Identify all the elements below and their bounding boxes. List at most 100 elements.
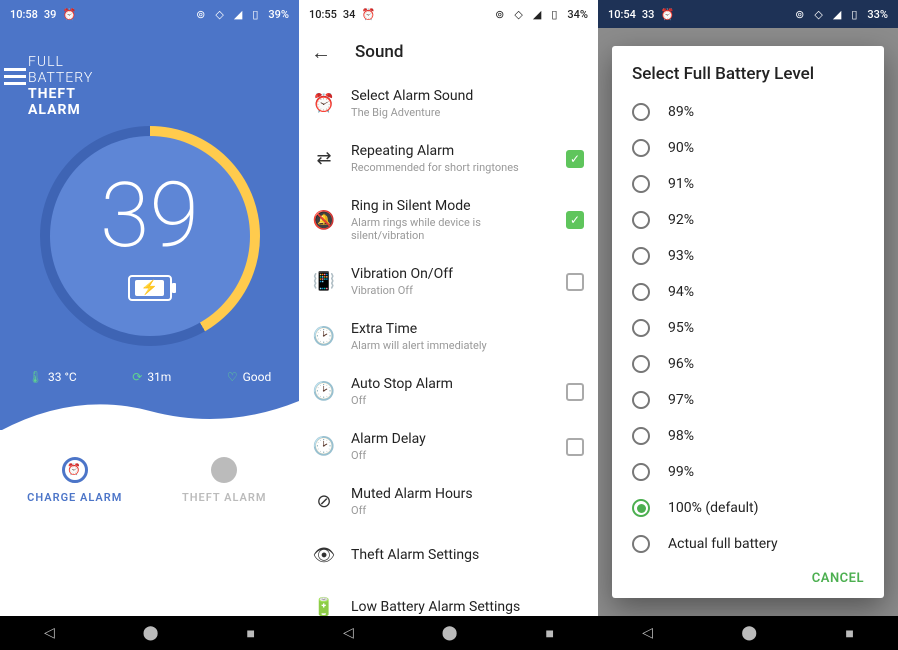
android-nav-bar: ◁ ⬤ ■: [598, 616, 898, 650]
battery-icon: ▯: [851, 8, 857, 21]
settings-list[interactable]: ⏰Select Alarm SoundThe Big Adventure⇄Rep…: [299, 76, 598, 616]
radio-option[interactable]: 96%: [632, 346, 864, 382]
status-bar: 10:55 34 ⏰ ⊚ ◇ ◢ ▯ 34%: [299, 0, 598, 28]
row-subtitle: Off: [351, 504, 584, 517]
vibrate-icon: ⊚: [795, 8, 804, 21]
alarm-clock-icon: ⏰: [62, 457, 88, 483]
status-temp: 33: [642, 8, 655, 21]
wifi-icon: ◇: [814, 8, 822, 21]
android-nav-bar: ◁ ⬤ ■: [0, 616, 299, 650]
battery-percent: 39: [100, 171, 199, 261]
vibrate-icon: ⊚: [196, 8, 205, 21]
radio-icon: [632, 211, 650, 229]
battery-pct: 39%: [268, 8, 289, 21]
nav-recent-icon[interactable]: ■: [246, 625, 254, 642]
settings-row[interactable]: 🕑Alarm DelayOff: [299, 419, 598, 474]
checkbox[interactable]: ✓: [566, 211, 584, 229]
row-subtitle: The Big Adventure: [351, 106, 584, 119]
row-title: Ring in Silent Mode: [351, 198, 550, 214]
option-label: 91%: [668, 176, 694, 192]
stat-health: ♡Good: [227, 370, 271, 384]
alarm-clock-icon: ⏰: [660, 8, 674, 21]
tab-theft-alarm[interactable]: THEFT ALARM: [150, 430, 300, 530]
settings-row[interactable]: 🔕 Ring in Silent Mode Alarm rings while de…: [299, 186, 598, 254]
radio-icon: [632, 463, 650, 481]
settings-row[interactable]: 🕑Extra TimeAlarm will alert immediately: [299, 309, 598, 364]
checkbox[interactable]: [566, 383, 584, 401]
radio-icon: [632, 499, 650, 517]
nav-back-icon[interactable]: ◁: [343, 625, 354, 641]
sound-header: ← Sound: [299, 28, 598, 76]
alarm-clock-icon: ⏰: [361, 8, 375, 21]
radio-option[interactable]: 100% (default): [632, 490, 864, 526]
row-title: Auto Stop Alarm: [351, 376, 550, 392]
settings-row[interactable]: ⏰Select Alarm SoundThe Big Adventure: [299, 76, 598, 131]
status-bar: 10:54 33 ⏰ ⊚ ◇ ◢ ▯ 33%: [598, 0, 898, 28]
option-label: 94%: [668, 284, 694, 300]
radio-option[interactable]: 97%: [632, 382, 864, 418]
option-label: 92%: [668, 212, 694, 228]
settings-row[interactable]: 🕑Auto Stop AlarmOff: [299, 364, 598, 419]
radio-option[interactable]: 92%: [632, 202, 864, 238]
row-subtitle: Alarm rings while device is silent/vibra…: [351, 216, 550, 242]
nav-recent-icon[interactable]: ■: [545, 625, 553, 642]
radio-icon: [632, 283, 650, 301]
radio-option[interactable]: 94%: [632, 274, 864, 310]
row-title: Vibration On/Off: [351, 266, 550, 282]
row-title: Theft Alarm Settings: [351, 547, 584, 563]
nav-recent-icon[interactable]: ■: [845, 625, 853, 642]
row-subtitle: Recommended for short ringtones: [351, 161, 550, 174]
back-button[interactable]: ←: [311, 40, 331, 65]
settings-row[interactable]: 📳Vibration On/OffVibration Off: [299, 254, 598, 309]
cancel-button[interactable]: CANCEL: [612, 561, 884, 590]
radio-icon: [632, 175, 650, 193]
status-time: 10:58: [10, 8, 38, 21]
option-label: 97%: [668, 392, 694, 408]
nav-home-icon[interactable]: ⬤: [143, 625, 159, 641]
nav-home-icon[interactable]: ⬤: [442, 625, 458, 641]
battery-icon: ▯: [252, 8, 258, 21]
stat-time: ⟳31m: [132, 370, 171, 384]
radio-option[interactable]: 99%: [632, 454, 864, 490]
battery-pct: 34%: [567, 8, 588, 21]
menu-button[interactable]: [0, 62, 28, 90]
row-subtitle: Off: [351, 394, 550, 407]
status-temp: 39: [44, 8, 57, 21]
dialog-options[interactable]: 89% 90% 91% 92% 93% 94% 95% 96% 97% 98%99% 100% (d…: [612, 94, 884, 561]
radio-option[interactable]: 91%: [632, 166, 864, 202]
settings-row[interactable]: 👁Theft Alarm Settings: [299, 529, 598, 581]
repeat-icon: ⇄: [313, 148, 335, 169]
radio-option[interactable]: 89%: [632, 94, 864, 130]
option-label: 95%: [668, 320, 694, 336]
battery-icon: 🔋: [313, 597, 335, 617]
option-label: 93%: [668, 248, 694, 264]
person-icon: [211, 457, 237, 483]
vibrate-icon: 📳: [313, 271, 335, 292]
nav-home-icon[interactable]: ⬤: [741, 625, 757, 641]
settings-row[interactable]: 🔋Low Battery Alarm Settings: [299, 581, 598, 616]
radio-option[interactable]: 93%: [632, 238, 864, 274]
radio-option[interactable]: 95%: [632, 310, 864, 346]
checkbox[interactable]: [566, 438, 584, 456]
silent-icon: 🔕: [313, 210, 335, 231]
option-label: 100% (default): [668, 500, 759, 516]
nav-back-icon[interactable]: ◁: [642, 625, 653, 641]
signal-icon: ◢: [833, 8, 841, 21]
row-title: Select Alarm Sound: [351, 88, 584, 104]
radio-option[interactable]: Actual full battery: [632, 526, 864, 561]
settings-row[interactable]: ⇄Repeating AlarmRecommended for short ri…: [299, 131, 598, 186]
checkbox[interactable]: [566, 273, 584, 291]
wifi-icon: ◇: [215, 8, 223, 21]
option-label: 90%: [668, 140, 694, 156]
nav-back-icon[interactable]: ◁: [44, 625, 55, 641]
radio-option[interactable]: 98%: [632, 418, 864, 454]
battery-pct: 33%: [867, 8, 888, 21]
checkbox[interactable]: ✓: [566, 150, 584, 168]
page-title: Sound: [355, 42, 403, 62]
tab-charge-alarm[interactable]: ⏰ CHARGE ALARM: [0, 430, 150, 530]
radio-option[interactable]: 90%: [632, 130, 864, 166]
mute-alarm-icon: ⊘: [313, 491, 335, 512]
alarm-clock-icon: ⏰: [62, 8, 76, 21]
radio-icon: [632, 391, 650, 409]
settings-row[interactable]: ⊘Muted Alarm HoursOff: [299, 474, 598, 529]
